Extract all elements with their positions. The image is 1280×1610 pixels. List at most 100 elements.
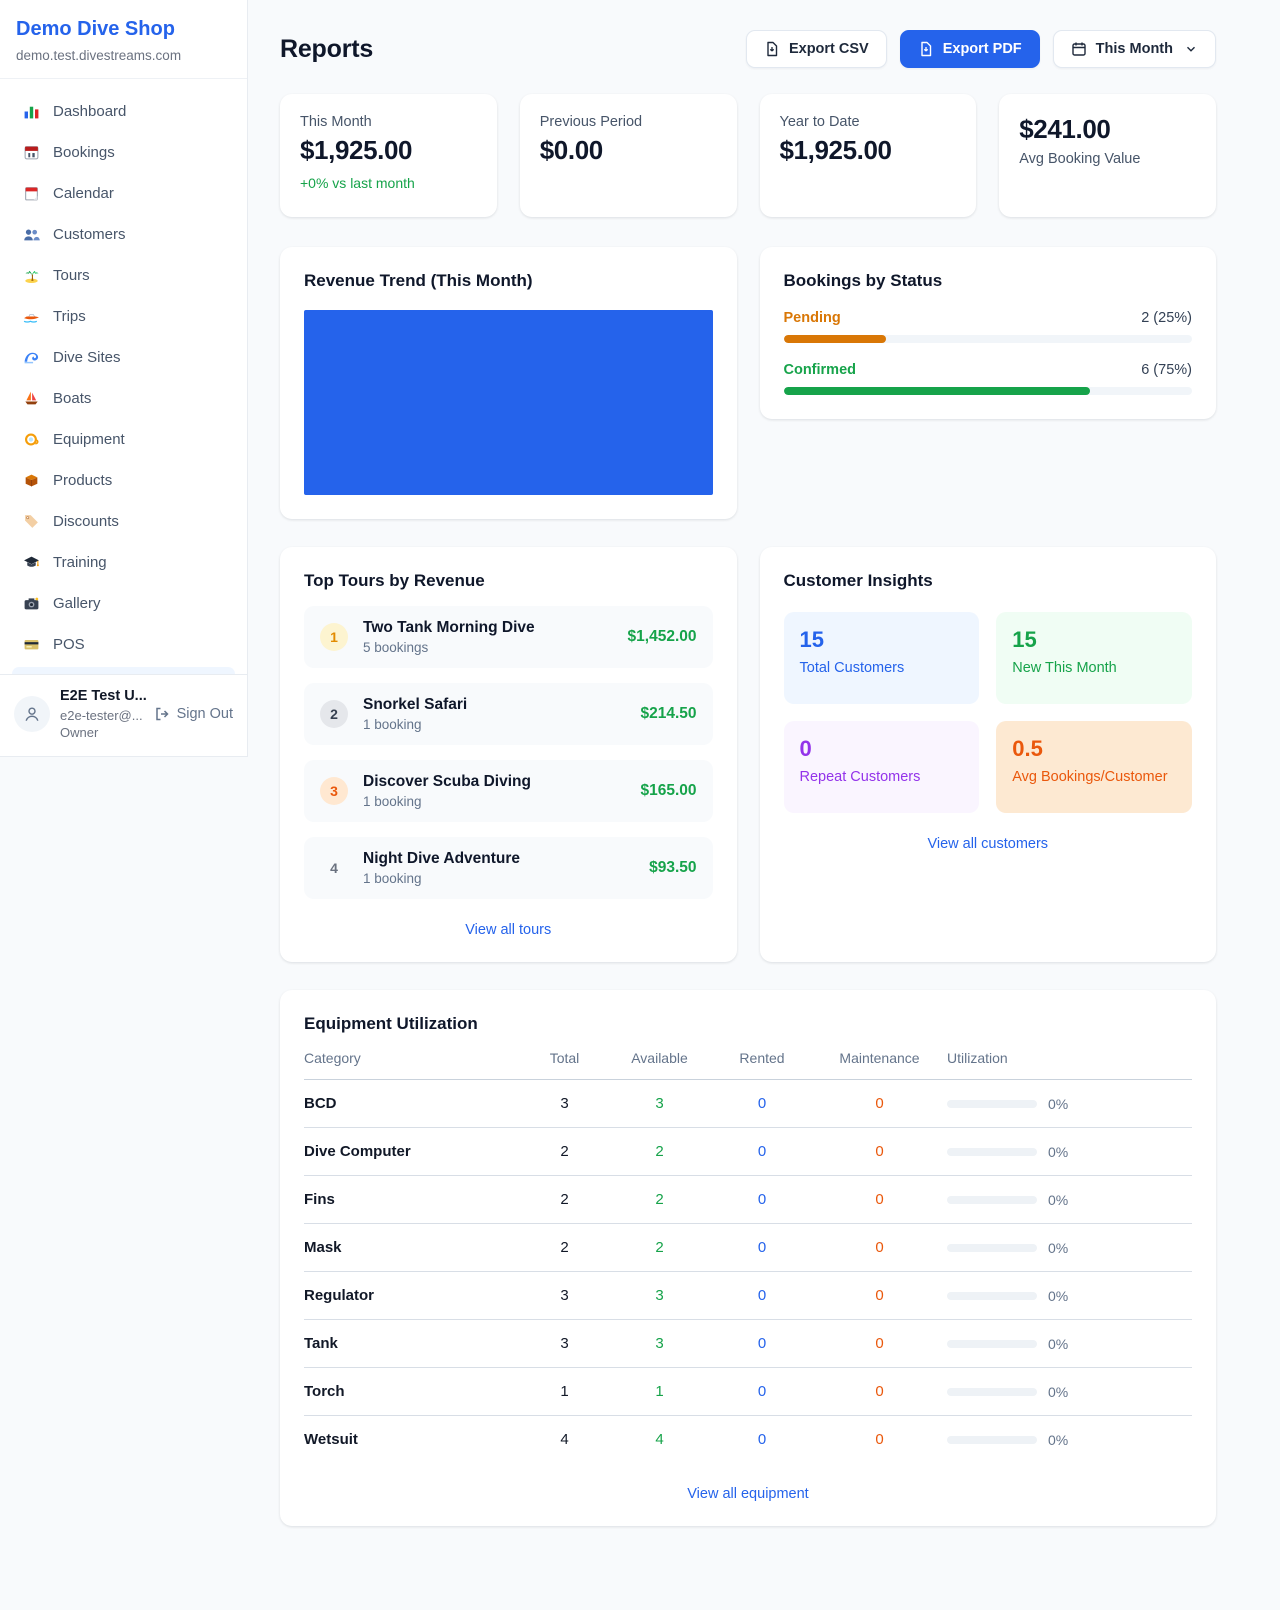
rank-badge: 4 — [320, 854, 348, 882]
page-title: Reports — [280, 35, 373, 64]
status-value: 6 (75%) — [1141, 362, 1192, 378]
sign-out-button[interactable]: Sign Out — [154, 706, 233, 722]
utilization-bar — [947, 1292, 1037, 1300]
view-all-tours-link[interactable]: View all tours — [304, 922, 713, 938]
page-header: Reports Export CSV Export PDF This Month — [280, 30, 1216, 68]
tour-bookings: 5 bookings — [363, 640, 535, 655]
sign-out-icon — [154, 706, 170, 722]
sidebar-item-reports-active-partial[interactable] — [12, 667, 235, 674]
tile-value: 0 — [800, 736, 964, 762]
tour-row: 2 Snorkel Safari 1 booking $214.50 — [304, 683, 713, 745]
available-cell: 2 — [607, 1191, 712, 1208]
stat-label: Avg Booking Value — [1019, 151, 1196, 167]
tile-new-this-month: 15 New This Month — [996, 612, 1192, 704]
utilization-cell: 0% — [947, 1384, 1192, 1400]
tour-bookings: 1 booking — [363, 717, 467, 732]
tour-bookings: 1 booking — [363, 794, 531, 809]
export-pdf-button[interactable]: Export PDF — [900, 30, 1040, 68]
tour-row: 1 Two Tank Morning Dive 5 bookings $1,45… — [304, 606, 713, 668]
sign-out-label: Sign Out — [177, 706, 233, 722]
top-tours-title: Top Tours by Revenue — [304, 571, 713, 591]
tile-label: New This Month — [1012, 660, 1176, 676]
view-all-equipment-link[interactable]: View all equipment — [304, 1486, 1192, 1502]
stat-value: $241.00 — [1019, 114, 1196, 145]
sidebar-item-equipment[interactable]: Equipment — [12, 421, 235, 457]
total-cell: 4 — [522, 1431, 607, 1448]
speedboat-icon — [22, 307, 40, 325]
status-row-confirmed: Confirmed 6 (75%) — [784, 362, 1193, 395]
sidebar-item-calendar[interactable]: Calendar — [12, 175, 235, 211]
maintenance-cell: 0 — [812, 1143, 947, 1160]
tour-name: Snorkel Safari — [363, 696, 467, 714]
sidebar-item-pos[interactable]: POS — [12, 626, 235, 662]
user-role: Owner — [60, 724, 144, 742]
user-meta: E2E Test U... e2e-tester@... Owner — [60, 687, 144, 742]
column-header-rented: Rented — [712, 1050, 812, 1066]
column-header-category: Category — [304, 1050, 522, 1066]
total-cell: 3 — [522, 1287, 607, 1304]
sidebar-item-label: Equipment — [53, 431, 125, 448]
table-row: Fins 2 2 0 0 0% — [304, 1176, 1192, 1224]
sidebar-item-label: POS — [53, 636, 85, 653]
table-row: Dive Computer 2 2 0 0 0% — [304, 1128, 1192, 1176]
sidebar-item-products[interactable]: Products — [12, 462, 235, 498]
period-selector-dropdown[interactable]: This Month — [1053, 30, 1216, 68]
sidebar-item-dashboard[interactable]: Dashboard — [12, 93, 235, 129]
sidebar-item-trips[interactable]: Trips — [12, 298, 235, 334]
tour-row: 4 Night Dive Adventure 1 booking $93.50 — [304, 837, 713, 899]
available-cell: 3 — [607, 1095, 712, 1112]
sidebar-item-label: Dive Sites — [53, 349, 121, 366]
utilization-text: 0% — [1048, 1336, 1068, 1352]
rented-cell: 0 — [712, 1095, 812, 1112]
available-cell: 2 — [607, 1143, 712, 1160]
sidebar-item-label: Dashboard — [53, 103, 126, 120]
file-download-icon — [918, 41, 934, 57]
tour-revenue: $1,452.00 — [628, 628, 697, 646]
maintenance-cell: 0 — [812, 1191, 947, 1208]
bar-chart-icon — [22, 102, 40, 120]
rented-cell: 0 — [712, 1191, 812, 1208]
total-cell: 2 — [522, 1191, 607, 1208]
user-email: e2e-tester@... — [60, 707, 144, 725]
utilization-cell: 0% — [947, 1240, 1192, 1256]
rented-cell: 0 — [712, 1335, 812, 1352]
maintenance-cell: 0 — [812, 1287, 947, 1304]
revenue-trend-chart — [304, 310, 713, 495]
avatar — [14, 696, 50, 732]
sidebar-item-gallery[interactable]: Gallery — [12, 585, 235, 621]
table-row: BCD 3 3 0 0 0% — [304, 1080, 1192, 1128]
sidebar-item-boats[interactable]: Boats — [12, 380, 235, 416]
calendar-date-icon — [22, 143, 40, 161]
sidebar-item-discounts[interactable]: Discounts — [12, 503, 235, 539]
sidebar-item-dive-sites[interactable]: Dive Sites — [12, 339, 235, 375]
table-row: Torch 1 1 0 0 0% — [304, 1368, 1192, 1416]
available-cell: 2 — [607, 1239, 712, 1256]
total-cell: 3 — [522, 1095, 607, 1112]
utilization-text: 0% — [1048, 1384, 1068, 1400]
customer-insights-title: Customer Insights — [784, 571, 1193, 591]
status-label: Confirmed — [784, 362, 857, 378]
graduation-cap-icon — [22, 553, 40, 571]
maintenance-cell: 0 — [812, 1383, 947, 1400]
shop-domain: demo.test.divestreams.com — [16, 48, 231, 63]
export-csv-button[interactable]: Export CSV — [746, 30, 887, 68]
utilization-bar — [947, 1244, 1037, 1252]
sidebar-item-bookings[interactable]: Bookings — [12, 134, 235, 170]
rank-badge: 1 — [320, 623, 348, 651]
sidebar-item-label: Tours — [53, 267, 90, 284]
utilization-text: 0% — [1048, 1144, 1068, 1160]
sidebar-item-label: Bookings — [53, 144, 115, 161]
view-all-customers-link[interactable]: View all customers — [784, 836, 1193, 852]
sidebar-item-tours[interactable]: Tours — [12, 257, 235, 293]
sidebar-item-label: Discounts — [53, 513, 119, 530]
category-cell: Regulator — [304, 1287, 522, 1304]
shop-name: Demo Dive Shop — [16, 18, 231, 41]
sidebar-item-label: Boats — [53, 390, 91, 407]
sidebar-item-customers[interactable]: Customers — [12, 216, 235, 252]
insights-row: Top Tours by Revenue 1 Two Tank Morning … — [280, 547, 1216, 962]
tour-revenue: $93.50 — [649, 859, 696, 877]
stats-row: This Month $1,925.00 +0% vs last month P… — [280, 94, 1216, 217]
utilization-cell: 0% — [947, 1192, 1192, 1208]
tile-label: Total Customers — [800, 660, 964, 676]
sidebar-item-training[interactable]: Training — [12, 544, 235, 580]
